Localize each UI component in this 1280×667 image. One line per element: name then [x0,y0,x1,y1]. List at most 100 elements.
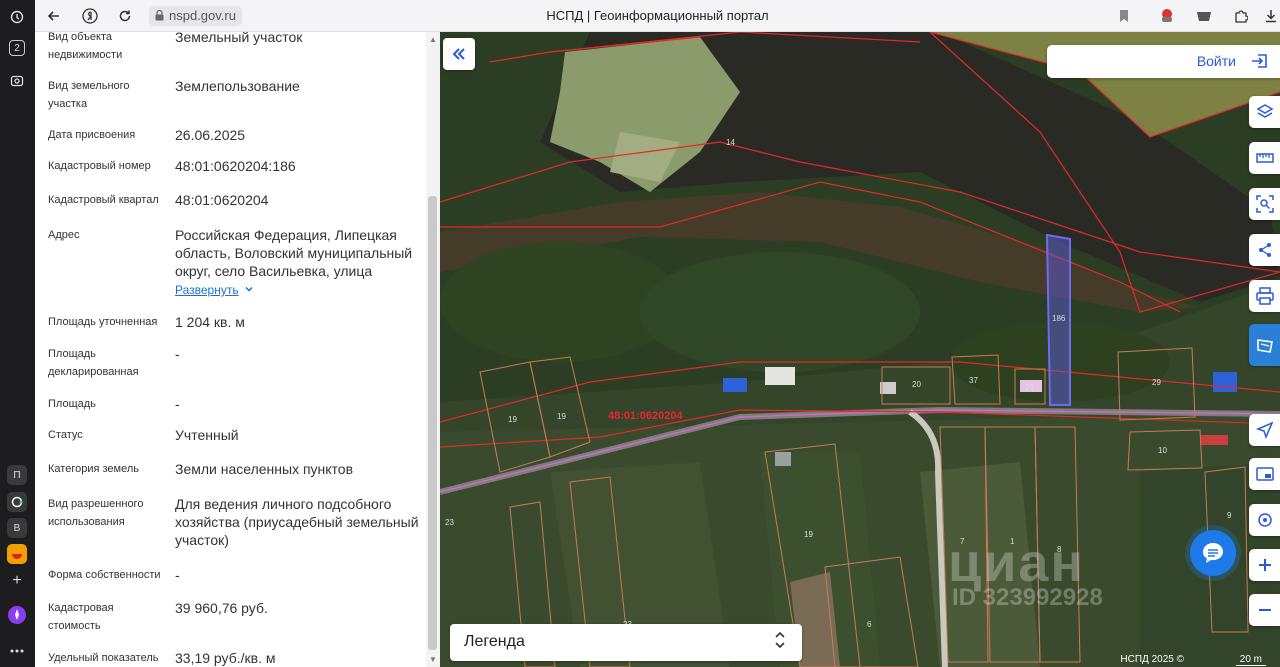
field-label: Кадастровый квартал [48,194,159,206]
plus-icon [1258,559,1271,571]
panel-scrollbar[interactable]: ▲ ▼ [426,32,440,667]
field-label: Площадь [48,398,96,410]
scale-bar: 20 m [1235,654,1266,666]
legend-label: Легенда [464,633,525,650]
sidebar-tab-v[interactable]: В [7,518,27,538]
plot-label: 20 [912,380,921,389]
plot-label: 19 [508,415,517,424]
minimap-button[interactable] [1249,458,1280,490]
field-label: Удельный показатель [48,652,159,664]
minus-icon [1258,609,1271,611]
plot-label-selected[interactable]: 186 [1052,314,1065,323]
field-label: Категория земель [48,463,139,475]
bookmark-icon[interactable] [1114,6,1134,26]
sidebar-tab-p[interactable]: П [7,465,27,485]
field-label: Адрес [48,229,80,241]
tabs-count-badge[interactable]: 2 [9,40,25,56]
search-area-icon [1255,195,1274,213]
plot-label: 9 [1227,511,1232,520]
watermark-id: ID 323992928 [952,584,1103,611]
chat-button[interactable] [1190,530,1236,576]
lock-icon [155,10,164,21]
legend-dropdown[interactable]: Легенда [450,624,802,661]
geolocation-button[interactable] [1249,414,1280,446]
address-bar[interactable]: nspd.gov.ru [149,6,242,26]
extensions-puzzle-icon[interactable] [1231,6,1251,26]
more-icon[interactable] [6,640,28,662]
back-icon[interactable] [44,6,64,26]
double-chevron-left-icon [452,48,465,60]
plot-label: 19 [804,530,813,539]
layers-button[interactable] [1249,96,1280,128]
market-icon[interactable] [7,544,27,564]
field-label: Кадастровый номер [48,160,151,172]
share-button[interactable] [1249,234,1280,266]
field-label: Вид земельного участка [48,80,130,110]
field-value[interactable]: 48:01:0620204:186 [175,157,425,175]
field-value[interactable]: 48:01:0620204 [175,191,425,209]
chat-icon [1203,543,1223,563]
plot-label: 37 [969,376,978,385]
field-value: 26.06.2025 [175,127,246,143]
scroll-thumb[interactable] [428,196,437,650]
map-mode-icon [1256,339,1273,353]
plot-label: 19 [557,412,566,421]
copyright-text: НСПД 2025 © [1120,654,1184,665]
add-tab-icon[interactable]: + [6,570,28,592]
extension-icon-1[interactable] [1157,6,1177,26]
field-value: Землепользование [175,78,300,94]
zoom-in-button[interactable] [1249,549,1280,581]
alice-icon[interactable] [6,604,28,626]
browser-sidebar: 2 П В + [0,0,35,667]
layers-icon [1255,104,1274,118]
chevron-down-icon[interactable] [244,284,254,297]
expand-collapse-icon [775,631,785,649]
field-value: Земельный участок [175,32,303,45]
history-icon[interactable] [6,6,28,28]
field-value: Учтенный [175,427,239,443]
satellite-map [440,32,1280,667]
zoom-out-button[interactable] [1249,594,1280,626]
map-view[interactable]: 14 186 20 37 21 29 19 19 10 19 7 1 8 6 9… [440,32,1280,667]
plot-label: 14 [726,138,735,147]
field-value: Земли населенных пунктов [175,461,354,477]
field-label: Вид объекта недвижимости [48,32,123,61]
url-text: nspd.gov.ru [169,8,236,23]
field-value: 33,19 руб./кв. м [175,650,276,666]
download-icon[interactable] [1261,6,1280,26]
select-area-button[interactable] [1249,188,1280,220]
field-label: Вид разрешенного использования [48,498,144,528]
plot-label: 23 [445,518,454,527]
field-label: Площадь декларированная [48,348,139,378]
field-value: - [175,567,180,583]
login-label: Войти [1196,53,1236,69]
property-info-panel: Вид объекта недвижимости Земельный участ… [35,32,440,667]
yandex-icon[interactable] [80,6,100,26]
cadastral-quarter-label[interactable]: 48:01:0620204 [608,410,683,422]
locate-icon [1257,513,1272,527]
collapse-panel-button[interactable] [443,38,475,70]
field-value: Для ведения личного подсобного хозяйства… [175,496,419,548]
login-button[interactable]: Войти [1047,45,1280,78]
expand-address-link[interactable]: Развернуть [175,283,239,297]
locate-search-button[interactable] [1249,504,1280,536]
measure-button[interactable] [1249,142,1280,174]
field-value: - [175,346,180,362]
alice-tab-icon[interactable] [7,492,27,512]
scroll-down-icon[interactable]: ▼ [429,656,437,664]
field-value: - [175,396,180,412]
reload-icon[interactable] [115,6,135,26]
field-label: Кадастровая стоимость [48,602,114,632]
field-label: Форма собственности [48,569,161,581]
extension-icon-2[interactable] [1194,6,1214,26]
login-icon [1252,54,1267,68]
field-label: Дата присвоения [48,129,136,141]
field-label: Площадь уточненная [48,316,158,328]
screenshot-icon[interactable] [6,70,28,92]
picture-in-picture-icon [1255,467,1274,481]
scroll-up-icon[interactable]: ▲ [429,36,437,44]
map-mode-button[interactable] [1249,324,1280,366]
print-button[interactable] [1249,280,1280,312]
plot-label: 29 [1152,378,1161,387]
navigation-arrow-icon [1255,421,1273,439]
